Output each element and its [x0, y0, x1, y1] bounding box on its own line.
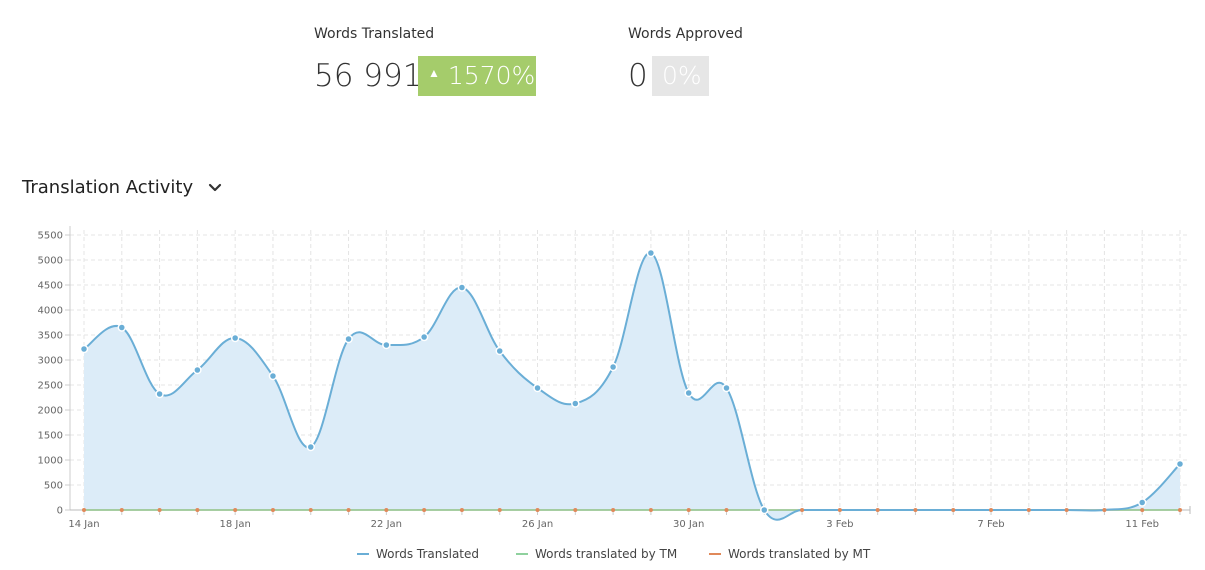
data-point-mt	[573, 508, 578, 512]
data-point-words-translated	[419, 332, 429, 342]
data-point-mt	[611, 508, 616, 512]
data-point-words-translated	[1137, 498, 1147, 507]
y-tick-label: 3500	[38, 331, 63, 342]
y-tick-label: 4000	[38, 306, 63, 317]
data-point-words-translated	[79, 344, 89, 354]
data-point-words-translated	[533, 383, 542, 393]
data-point-words-translated	[457, 283, 467, 292]
y-tick-label: 1500	[38, 431, 63, 442]
data-point-words-translated	[230, 333, 240, 343]
data-point-mt	[422, 508, 427, 512]
data-point-words-translated	[1175, 459, 1185, 469]
data-point-words-translated	[306, 442, 316, 452]
data-point-words-translated	[760, 505, 769, 515]
data-point-mt	[270, 508, 275, 512]
y-tick-label: 5000	[38, 256, 63, 267]
translation-activity-chart: 0 500 1000 1500 2000 2500 3000 3500 4000 4500 5000…	[38, 226, 1191, 530]
legend-item-words-translated-by-mt[interactable]: Words translated by MT	[709, 547, 870, 561]
x-tick-label: 22 Jan	[371, 519, 402, 530]
y-tick-label: 2000	[38, 406, 63, 417]
data-point-mt	[459, 508, 464, 512]
data-point-mt	[1178, 508, 1182, 512]
y-tick-label: 4500	[38, 281, 63, 292]
y-tick-label: 500	[44, 481, 63, 492]
x-tick-label: 18 Jan	[220, 519, 251, 530]
data-point-mt	[951, 508, 956, 512]
data-point-mt	[1102, 508, 1107, 512]
x-tick-label: 30 Jan	[673, 519, 704, 530]
data-point-words-translated	[722, 383, 731, 393]
data-point-mt	[346, 508, 351, 512]
x-tick-labels: 14 Jan 18 Jan 22 Jan 26 Jan 30 Jan 3 Feb 7 Feb…	[68, 519, 1159, 530]
y-tick-label: 2500	[38, 381, 63, 392]
data-point-words-translated	[193, 365, 202, 375]
y-tick-label: 1000	[38, 456, 63, 467]
data-point-mt	[308, 508, 313, 512]
legend-item-words-translated[interactable]: Words Translated	[357, 547, 479, 561]
data-point-mt	[686, 508, 691, 512]
data-point-mt	[800, 508, 805, 512]
data-point-mt	[497, 508, 502, 512]
data-point-mt	[1064, 508, 1069, 512]
data-point-words-translated	[495, 346, 504, 356]
data-point-words-translated	[571, 399, 580, 408]
y-tick-labels: 0 500 1000 1500 2000 2500 3000 3500 4000 4500 5000…	[38, 231, 63, 517]
data-point-mt	[1140, 508, 1145, 512]
x-tick-label: 14 Jan	[68, 519, 99, 530]
legend-swatch	[357, 552, 369, 555]
data-point-mt	[724, 508, 729, 512]
chart-area-layer	[84, 252, 1180, 520]
legend-label: Words translated by TM	[535, 547, 678, 561]
y-tick-label: 3000	[38, 356, 63, 367]
x-tick-label: 11 Feb	[1125, 519, 1159, 530]
data-point-mt	[837, 508, 842, 512]
chart-legend: Words Translated Words translated by TM …	[0, 547, 1205, 565]
data-point-words-translated	[608, 362, 618, 372]
data-point-mt	[913, 508, 918, 512]
data-point-mt	[233, 508, 238, 512]
x-tick-label: 3 Feb	[826, 519, 853, 530]
data-point-mt	[989, 508, 994, 512]
y-tick-label: 5500	[38, 231, 63, 242]
data-point-mt	[648, 508, 653, 512]
series-area-words-translated	[84, 252, 1180, 520]
legend-label: Words translated by MT	[728, 547, 871, 561]
data-point-mt	[157, 508, 162, 512]
legend-label: Words Translated	[376, 547, 480, 561]
data-point-mt	[1026, 508, 1031, 512]
data-point-words-translated	[382, 340, 391, 350]
data-point-mt	[195, 508, 200, 512]
legend-item-words-translated-by-tm[interactable]: Words translated by TM	[516, 547, 677, 561]
data-point-mt	[875, 508, 880, 512]
x-tick-label: 26 Jan	[522, 519, 553, 530]
data-point-mt	[119, 508, 124, 512]
data-point-mt	[384, 508, 389, 512]
data-point-words-translated	[646, 248, 656, 258]
x-tick-label: 7 Feb	[977, 519, 1004, 530]
data-point-words-translated	[117, 323, 127, 332]
y-tick-label: 0	[57, 506, 63, 517]
data-point-mt	[535, 508, 540, 512]
data-point-words-translated	[684, 388, 693, 398]
data-point-words-translated	[268, 371, 278, 381]
data-point-words-translated	[344, 334, 353, 344]
data-point-mt	[82, 508, 86, 512]
legend-swatch	[516, 552, 528, 555]
legend-swatch	[709, 552, 721, 555]
data-point-words-translated	[155, 389, 164, 399]
